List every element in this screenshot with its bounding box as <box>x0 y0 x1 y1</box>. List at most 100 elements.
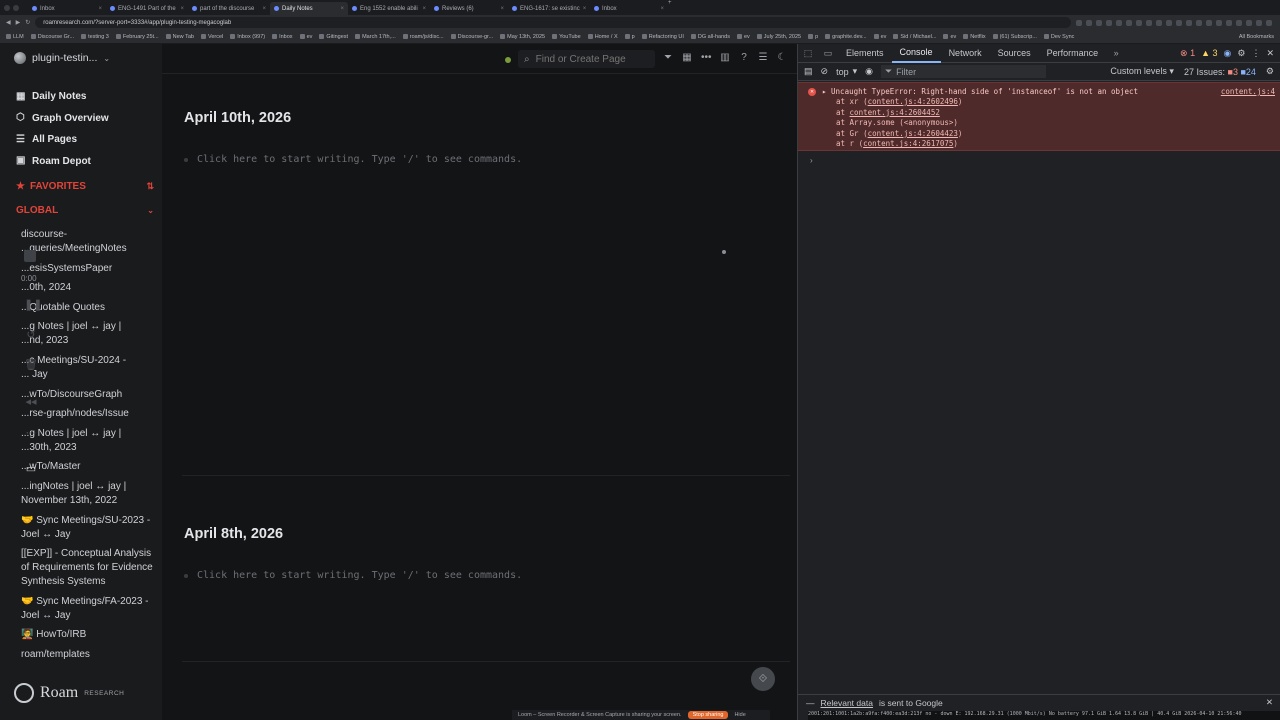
floating-action-icon[interactable]: ⟐ <box>751 667 775 691</box>
search-input[interactable] <box>535 53 641 65</box>
error-count-badge[interactable]: ⊗ 1 <box>1180 48 1195 59</box>
bookmark-item[interactable]: Inbox (997) <box>230 34 265 40</box>
stop-record-icon[interactable] <box>24 250 36 262</box>
browser-tab[interactable]: ENG-1491 Part of the × <box>106 2 188 15</box>
bookmark-item[interactable]: July 25th, 2025 <box>756 34 801 40</box>
inspect-icon[interactable]: ⬚ <box>798 48 818 59</box>
extension-icon[interactable] <box>1156 19 1162 26</box>
pause-icon[interactable]: ❚❚ <box>24 298 42 312</box>
close-tab-icon[interactable]: × <box>340 6 344 12</box>
browser-tab[interactable]: Daily Notes × <box>270 2 348 15</box>
bookmark-item[interactable]: March 17th,... <box>355 34 396 40</box>
block-bullet-icon[interactable] <box>184 573 188 578</box>
clear-console-icon[interactable]: ⊘ <box>821 66 829 77</box>
close-tab-icon[interactable]: × <box>583 6 587 12</box>
bookmark-item[interactable]: roam/js/disc... <box>402 34 444 40</box>
hide-button[interactable]: Hide <box>734 712 745 718</box>
calendar-icon[interactable]: ▦ <box>682 52 692 63</box>
error-message[interactable]: ▸ Uncaught TypeError: Right-hand side of… <box>822 87 1138 96</box>
bookmark-item[interactable]: Home / X <box>587 34 618 40</box>
extension-icon[interactable] <box>1146 19 1152 26</box>
chevron-down-icon[interactable]: ⌄ <box>147 206 154 215</box>
stack-frame-link[interactable]: content.js:4:2604452 <box>850 108 940 117</box>
context-selector[interactable]: top ▾ <box>836 66 857 77</box>
page-title[interactable]: April 8th, 2026 <box>184 526 522 542</box>
ai-assistant-icon[interactable]: ◉ <box>1224 48 1232 59</box>
camera-icon[interactable]: ▭ <box>24 462 38 476</box>
sidebar-item-roam-depot[interactable]: ▣ Roam Depot <box>16 151 109 173</box>
all-bookmarks-link[interactable]: All Bookmarks <box>1239 34 1280 40</box>
trash-icon[interactable]: 🗑 <box>24 358 38 372</box>
bookmark-item[interactable]: p <box>624 34 635 40</box>
global-header[interactable]: GLOBAL ⌄ <box>16 205 154 216</box>
extension-icon[interactable] <box>1096 19 1102 26</box>
bookmark-item[interactable]: Refactoring UI <box>641 34 684 40</box>
reload-icon[interactable]: ↻ <box>25 19 30 26</box>
extension-icon[interactable] <box>1216 19 1222 26</box>
extension-icon[interactable] <box>1206 19 1212 26</box>
bookmark-item[interactable]: Sid / Michael... <box>893 34 936 40</box>
extension-icon[interactable] <box>1236 19 1242 26</box>
browser-tab[interactable]: Eng 1552 enable abili × <box>348 2 430 15</box>
filter-icon[interactable]: ⏷ <box>663 52 673 63</box>
more-icon[interactable]: ⋮ <box>1251 48 1260 59</box>
window-dot[interactable] <box>4 4 10 11</box>
tab-sources[interactable]: Sources <box>990 44 1039 63</box>
close-tab-icon[interactable]: × <box>500 6 504 12</box>
bookmark-item[interactable]: DG all-hands <box>690 34 730 40</box>
close-tab-icon[interactable]: × <box>262 6 266 12</box>
more-tabs-icon[interactable]: » <box>1106 48 1126 58</box>
shortcut-item[interactable]: 🤝 Sync Meetings/FA-2023 - Joel ↔ Jay <box>21 595 156 623</box>
sort-icon[interactable]: ⇅ <box>146 181 154 192</box>
bookmark-item[interactable]: Dev Sync <box>1043 34 1074 40</box>
bookmark-item[interactable]: Inbox <box>272 34 293 40</box>
bookmark-item[interactable]: New Tab <box>165 34 194 40</box>
shortcut-item[interactable]: 🤝 Sync Meetings/SU-2023 - Joel ↔ Jay <box>21 514 156 542</box>
levels-dropdown[interactable]: Custom levels ▾ <box>1110 66 1174 77</box>
search-box[interactable]: ⌕ <box>518 50 655 68</box>
shortcut-item[interactable]: roam/templates <box>21 648 156 662</box>
bookmark-item[interactable]: Gitingest <box>319 34 348 40</box>
bookmark-item[interactable]: (61) Subscrip... <box>992 34 1037 40</box>
sidebar-item-graph-overview[interactable]: ⬡ Graph Overview <box>16 108 109 130</box>
bookmark-item[interactable]: Discourse-gr... <box>450 34 493 40</box>
extension-icon[interactable] <box>1106 19 1112 26</box>
url-field[interactable]: roamresearch.com/?server-port=3333#/app/… <box>35 17 1071 28</box>
console-settings-icon[interactable]: ⚙ <box>1266 66 1274 77</box>
more-icon[interactable]: ••• <box>701 52 712 63</box>
stack-frame-link[interactable]: content.js:4:2602496 <box>868 97 958 106</box>
sidebar-toggle-icon[interactable]: ▤ <box>804 66 813 77</box>
tab-elements[interactable]: Elements <box>838 44 892 63</box>
bookmark-item[interactable]: ev <box>873 34 886 40</box>
warning-count-badge[interactable]: ▲ 3 <box>1201 48 1217 58</box>
back-icon[interactable]: ◀ <box>6 19 11 26</box>
bookmark-item[interactable]: ev <box>299 34 312 40</box>
extension-icon[interactable] <box>1176 19 1182 26</box>
bookmark-item[interactable]: Vercel <box>200 34 223 40</box>
tab-performance[interactable]: Performance <box>1039 44 1107 63</box>
extension-icon[interactable] <box>1246 19 1252 26</box>
grid-icon[interactable]: ⋯ <box>24 426 38 440</box>
close-icon[interactable]: ✕ <box>1266 697 1280 708</box>
collapse-icon[interactable]: ◂◂ <box>24 395 38 409</box>
device-toggle-icon[interactable]: ▭ <box>818 48 838 59</box>
bookmark-item[interactable]: Netflix <box>963 34 986 40</box>
console-error-entry[interactable]: ✕ ▸ Uncaught TypeError: Right-hand side … <box>798 82 1280 151</box>
error-source-link[interactable]: content.js:4 <box>1221 87 1275 96</box>
sidebar-item-all-pages[interactable]: ☰ All Pages <box>16 129 109 151</box>
sidebar-item-daily-notes[interactable]: ▦ Daily Notes <box>16 86 109 108</box>
eye-icon[interactable]: ◉ <box>865 66 873 77</box>
extension-icon[interactable] <box>1226 19 1232 26</box>
browser-tab[interactable]: part of the discourse × <box>188 2 270 15</box>
extension-icon[interactable] <box>1196 19 1202 26</box>
browser-tab[interactable]: ENG-1617: se existinc × <box>508 2 590 15</box>
browser-tab[interactable]: Reviews (6) × <box>430 2 508 15</box>
bookmark-item[interactable]: YouTube <box>552 34 581 40</box>
shortcut-item[interactable]: [[EXP]] - Conceptual Analysis of Require… <box>21 547 156 589</box>
graph-switcher[interactable]: plugin-testin... ⌄ <box>14 52 110 64</box>
page-title[interactable]: April 10th, 2026 <box>184 110 522 126</box>
filter-input[interactable]: ⏷ Filter <box>880 65 1046 78</box>
close-tab-icon[interactable]: × <box>422 6 426 12</box>
extension-icon[interactable] <box>1136 19 1142 26</box>
empty-block[interactable]: Click here to start writing. Type '/' to… <box>184 570 522 581</box>
